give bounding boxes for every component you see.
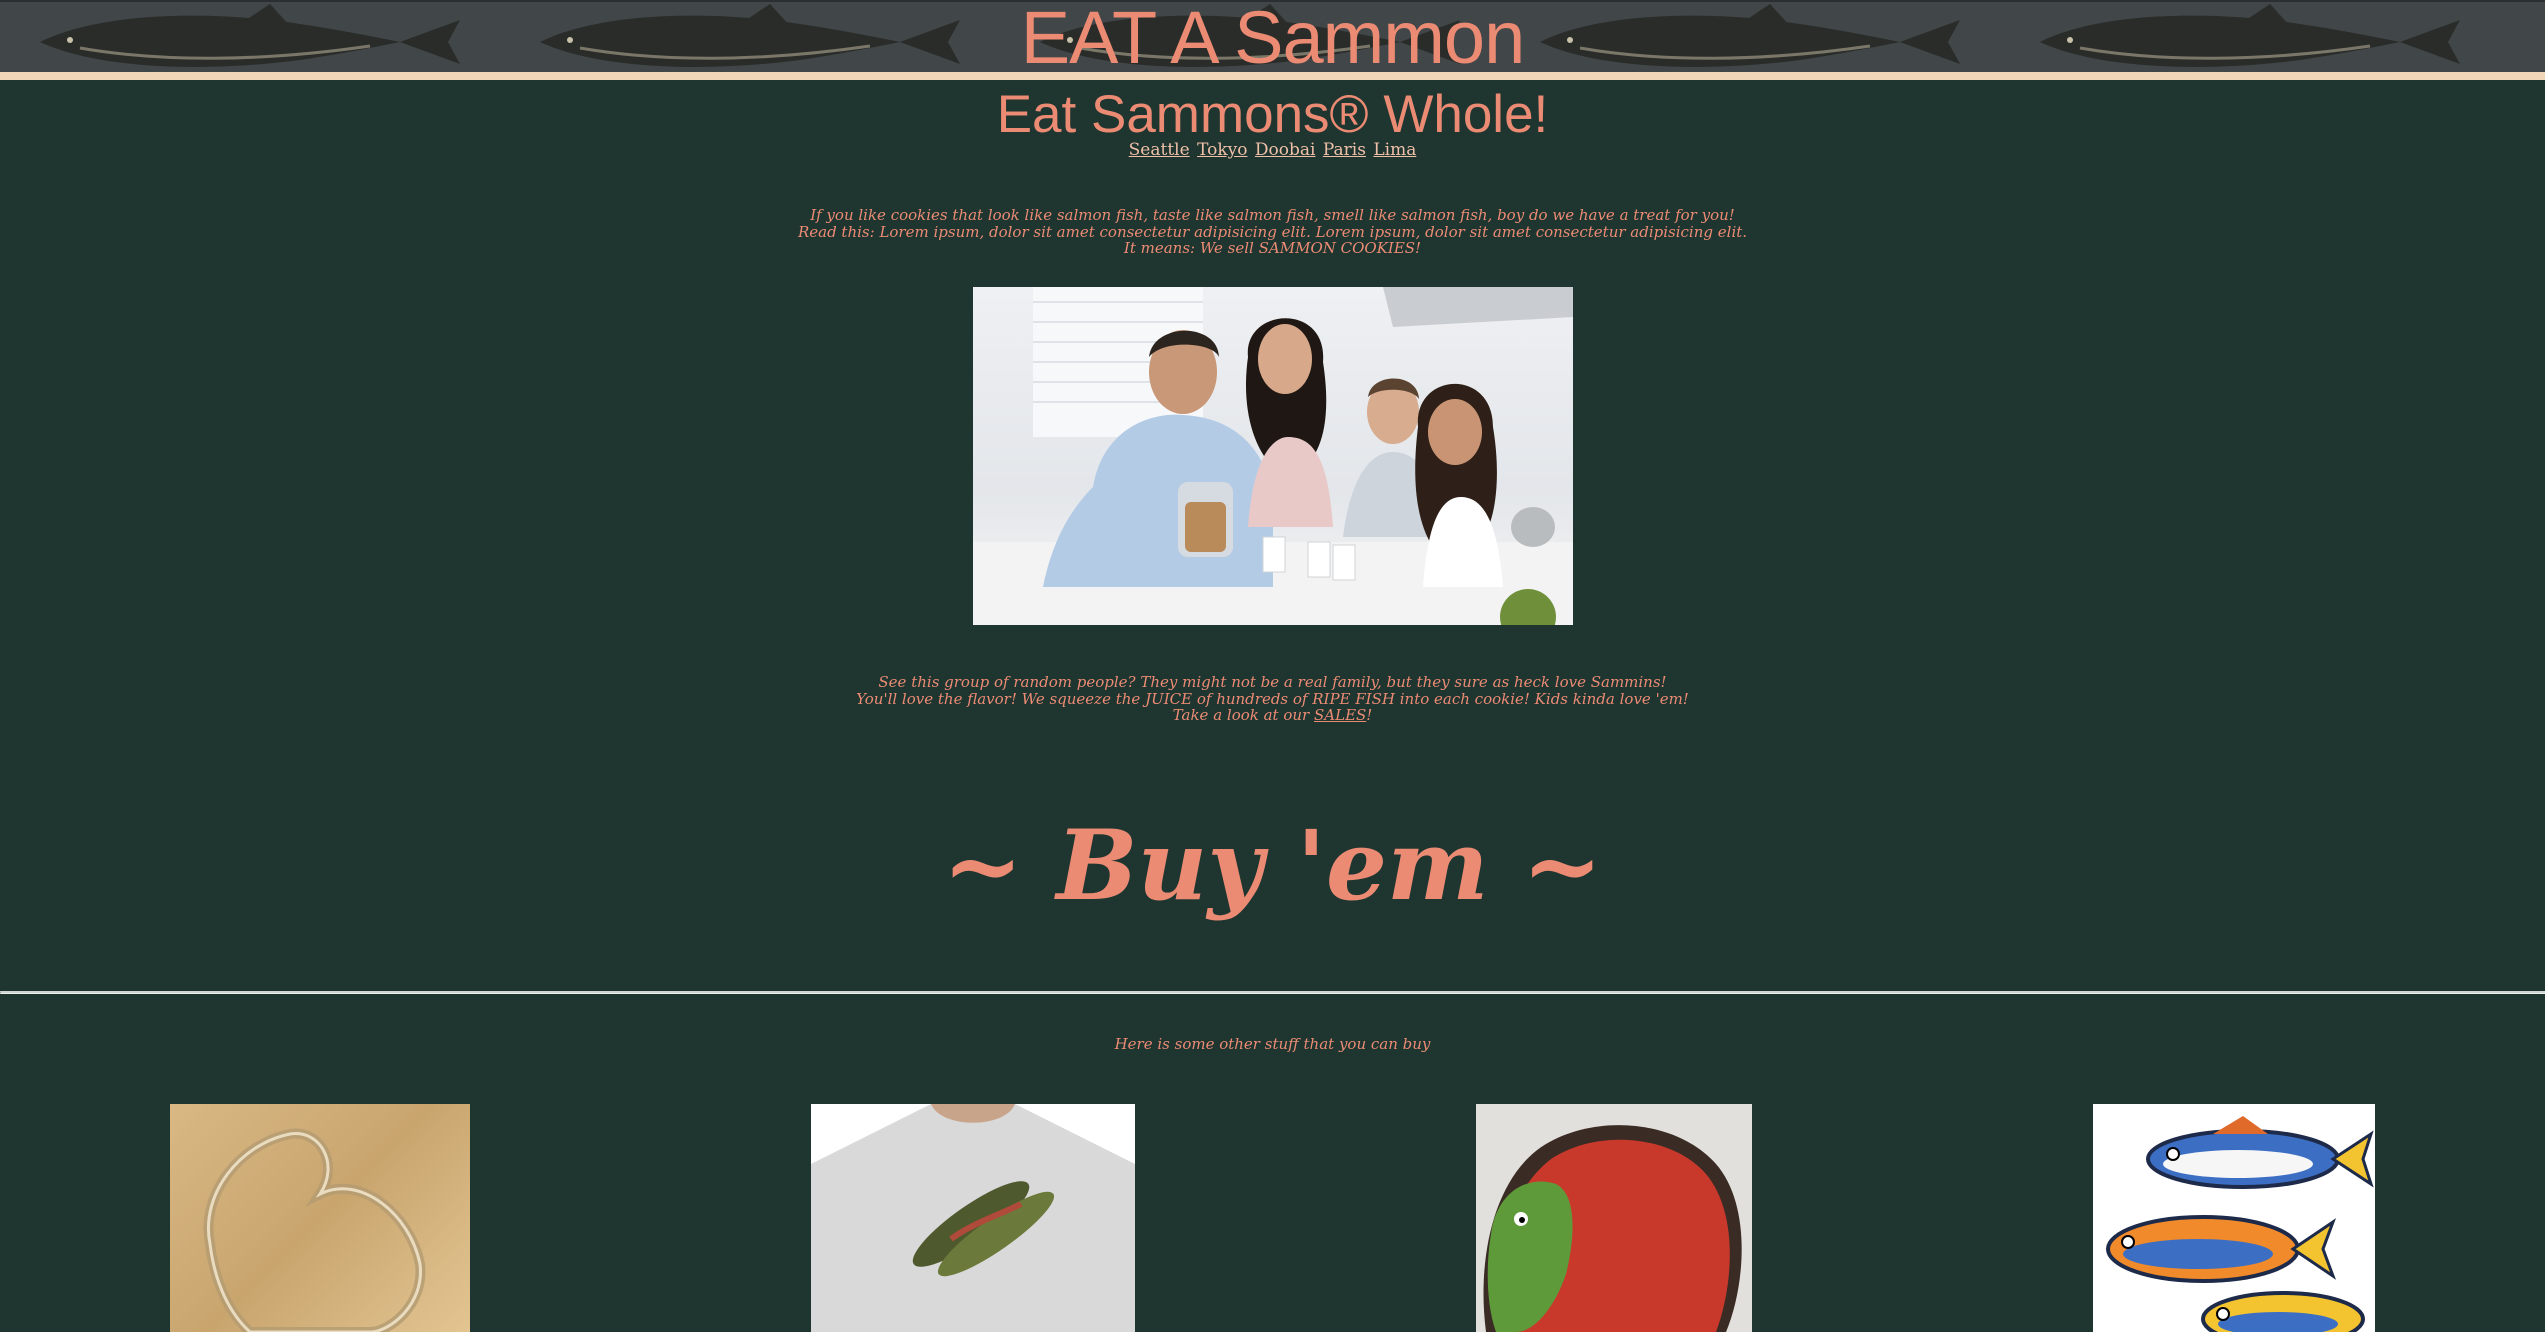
site-banner: EAT A Sammon — [0, 0, 2545, 72]
city-nav: Seattle Tokyo Doobai Paris Lima — [0, 138, 2545, 162]
nav-link-seattle[interactable]: Seattle — [1129, 140, 1190, 160]
family-line-suffix: ! — [1366, 706, 1373, 724]
sales-link[interactable]: SALES — [1314, 706, 1366, 724]
buy-heading: ~ Buy 'em ~ — [942, 809, 1603, 922]
nav-link-paris[interactable]: Paris — [1323, 140, 1366, 160]
family-line-prefix: Take a look at our — [1172, 706, 1314, 724]
section-divider — [0, 991, 2545, 994]
product-salmon-tshirt[interactable] — [811, 1104, 1135, 1332]
product-colorful-fish-cookies[interactable] — [2093, 1104, 2375, 1332]
nav-link-lima[interactable]: Lima — [1373, 140, 1416, 160]
intro-line: Read this: Lorem ipsum, dolor sit amet c… — [797, 222, 1748, 241]
product-fish-cookie-cutter[interactable] — [170, 1104, 470, 1332]
family-photo — [973, 287, 1573, 625]
family-line: Take a look at our SALES! — [0, 707, 2545, 724]
nav-link-tokyo[interactable]: Tokyo — [1197, 140, 1247, 160]
family-line: See this group of random people? They mi… — [878, 673, 1667, 691]
nav-link-doobai[interactable]: Doobai — [1255, 140, 1316, 160]
site-title: EAT A Sammon — [1020, 0, 1526, 72]
fish-cookie-cutter-image — [203, 1128, 426, 1332]
intro-line: It means: We sell SAMMON COOKIES! — [1123, 239, 1422, 257]
iced-salmon-cookie-image — [1483, 1125, 1742, 1332]
family-photo-illustration — [973, 287, 1573, 625]
intro-text: If you like cookies that look like salmo… — [0, 207, 2545, 257]
colorful-fish-cookies-image — [2106, 1116, 2374, 1332]
other-stuff-text: Here is some other stuff that you can bu… — [1114, 1035, 1431, 1053]
salmon-tshirt-image — [811, 1104, 1135, 1332]
family-line: You'll love the flavor! We squeeze the J… — [856, 689, 1689, 708]
family-text: See this group of random people? They mi… — [0, 674, 2545, 724]
intro-line: If you like cookies that look like salmo… — [810, 206, 1735, 224]
product-iced-salmon-cookie[interactable] — [1476, 1104, 1752, 1332]
